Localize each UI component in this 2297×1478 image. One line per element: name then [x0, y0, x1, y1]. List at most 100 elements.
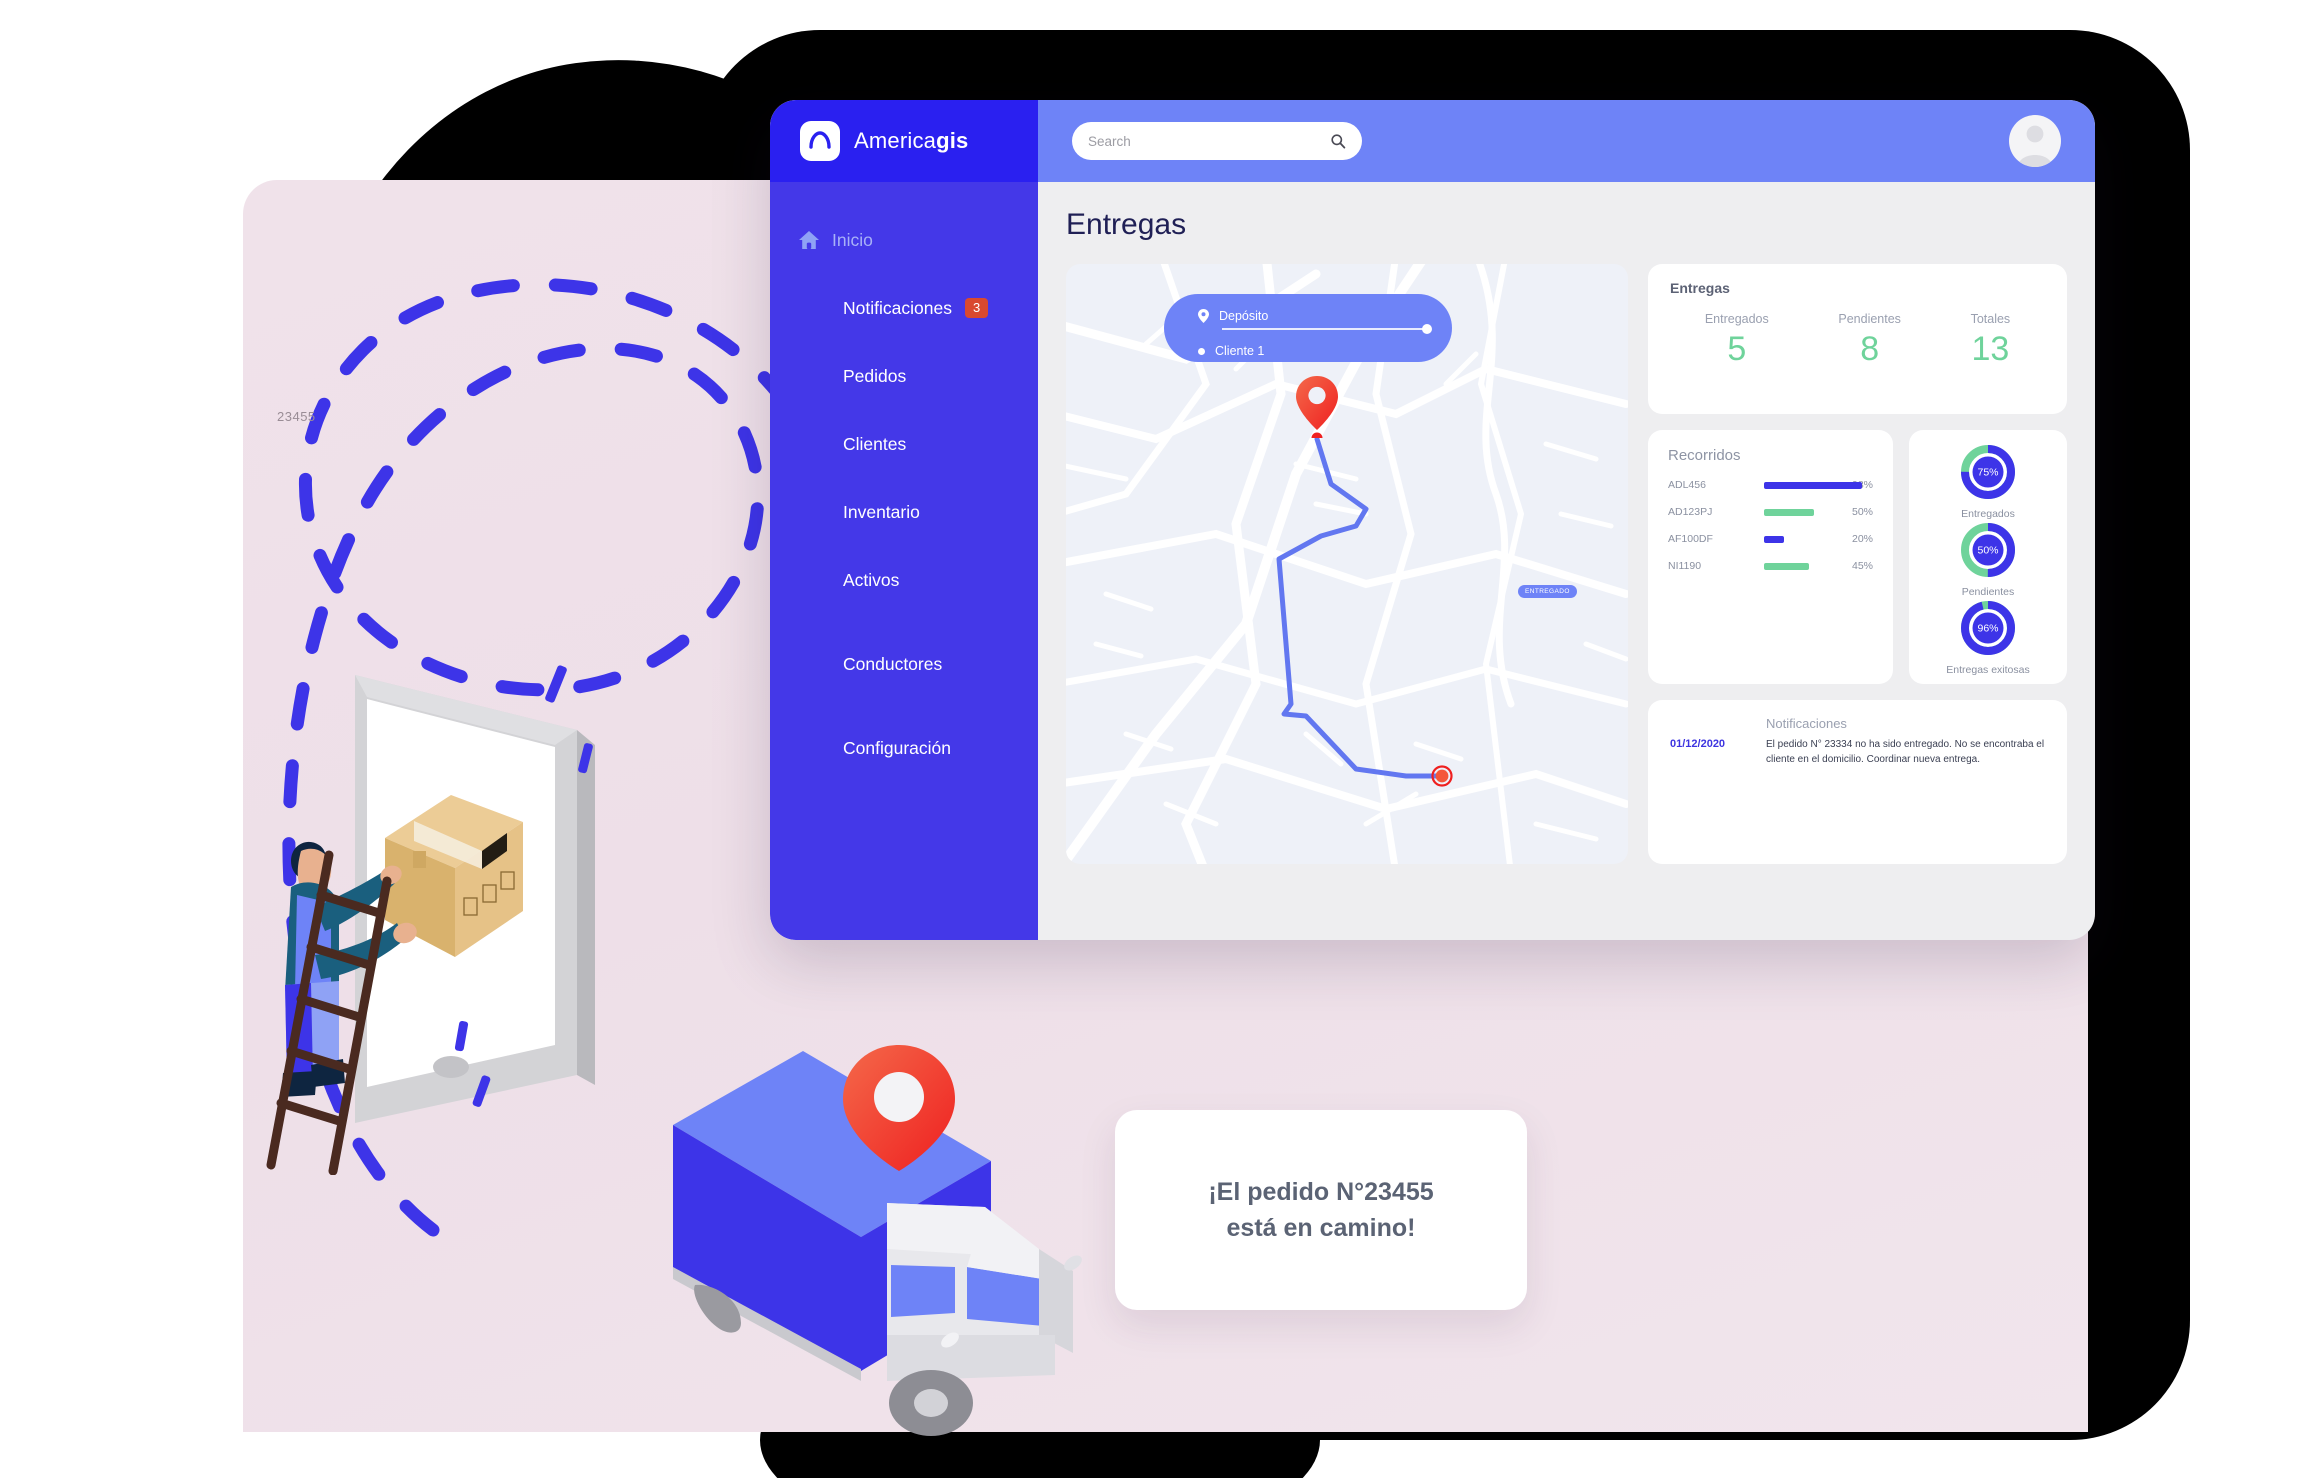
- gauge-label: Entregas exitosas: [1946, 664, 2030, 676]
- page-title: Entregas: [1066, 208, 1187, 241]
- sidebar-item-label: Pedidos: [843, 365, 907, 386]
- bubble-line-2: está en camino!: [1226, 1214, 1416, 1242]
- dashboard-body: Inicio Notificaciones 3 Pedidos Clientes…: [770, 182, 2095, 940]
- chevron-up-logo-icon: [800, 121, 840, 161]
- notification-date: 01/12/2020: [1670, 738, 1726, 750]
- legend-destination-row: Cliente 1: [1198, 340, 1428, 362]
- dot-icon: [1198, 347, 1205, 355]
- delivery-truck-illustration: [673, 1045, 1082, 1436]
- sidebar-item-label: Inicio: [832, 229, 873, 250]
- charts-row: Recorridos ADL456 98% AD123PJ 50% AF100D…: [1648, 430, 2067, 684]
- recorrido-name: AF100DF: [1668, 533, 1713, 545]
- notifications-title: Notificaciones: [1766, 716, 1847, 731]
- search-box[interactable]: [1072, 122, 1362, 160]
- search-icon[interactable]: [1330, 133, 1346, 149]
- notificaciones-label-wrap: Notificaciones 3: [843, 297, 989, 319]
- sidebar-item-inventario[interactable]: Inventario: [770, 492, 1038, 532]
- recorridos-row: AF100DF 20%: [1668, 533, 1873, 545]
- recorridos-row: AD123PJ 50%: [1668, 506, 1873, 518]
- sidebar-item-activos[interactable]: Activos: [770, 560, 1038, 600]
- donut-chart-icon: 50%: [1961, 523, 2015, 577]
- recorrido-pct: 50%: [1851, 506, 1873, 518]
- delivery-map[interactable]: Depósito Cliente 1 ENTREGADO: [1066, 264, 1628, 864]
- recorrido-track: [1742, 508, 1829, 516]
- gauge-value: 96%: [1977, 623, 1998, 635]
- gauge-pendientes: 50% Pendientes: [1960, 522, 2016, 598]
- recorrido-track: [1742, 481, 1862, 489]
- donut-chart-icon: 75%: [1961, 445, 2015, 499]
- notification-body: Notificaciones El pedido N° 23334 no ha …: [1766, 716, 2045, 767]
- user-avatar-icon[interactable]: [2009, 115, 2061, 167]
- recorrido-bar: [1764, 481, 1862, 489]
- stat-value: 13: [1971, 330, 2010, 368]
- bubble-line-1: ¡El pedido N°23455: [1208, 1177, 1434, 1206]
- brand-name: Americagis: [854, 128, 968, 154]
- stat-totales: Totales 13: [1971, 312, 2011, 369]
- brand-name-light: America: [854, 128, 937, 153]
- status-badge: ENTREGADO: [1518, 585, 1577, 598]
- gauge-value: 50%: [1977, 545, 1998, 557]
- sidebar-item-pedidos[interactable]: Pedidos: [770, 356, 1038, 396]
- notifications-card: 01/12/2020 Notificaciones El pedido N° 2…: [1648, 700, 2067, 864]
- sidebar-item-notificaciones[interactable]: Notificaciones 3: [770, 288, 1038, 328]
- order-status-bubble: ¡El pedido N°23455 está en camino!: [1115, 1110, 1527, 1310]
- stat-value: 5: [1727, 330, 1747, 368]
- gauge-entregas-exitosas: 96% Entregas exitosas: [1946, 600, 2030, 676]
- stat-entregados: Entregados 5: [1705, 312, 1769, 369]
- entregas-card-title: Entregas: [1670, 280, 1730, 296]
- recorrido-track: [1742, 535, 1829, 543]
- dashboard-header: Americagis: [770, 100, 2095, 182]
- avatar-glyph: [2018, 125, 2052, 167]
- home-icon: [799, 231, 819, 249]
- recorrido-name: ADL456: [1668, 479, 1706, 491]
- legend-progress-line: [1222, 324, 1432, 334]
- sidebar-item-label: Notificaciones: [843, 297, 952, 318]
- recorrido-pct: 20%: [1851, 533, 1873, 545]
- stats-column: Entregas Entregados 5 Pendientes 8 Total…: [1648, 264, 2067, 864]
- gauge-value: 75%: [1977, 467, 1998, 479]
- donut-chart-icon: 96%: [1961, 601, 2015, 655]
- map-pin-icon[interactable]: [1294, 374, 1340, 438]
- stat-value: 8: [1860, 330, 1880, 368]
- entregas-summary-card: Entregas Entregados 5 Pendientes 8 Total…: [1648, 264, 2067, 414]
- recorrido-bar: [1764, 562, 1809, 570]
- sidebar-item-clientes[interactable]: Clientes: [770, 424, 1038, 464]
- target-dot-icon[interactable]: [1428, 762, 1456, 790]
- recorridos-row: ADL456 98%: [1668, 479, 1873, 491]
- gauge-entregados: 75% Entregados: [1960, 444, 2016, 520]
- entregas-stats: Entregados 5 Pendientes 8 Totales 13: [1670, 312, 2045, 369]
- legend-origin-label: Depósito: [1219, 309, 1269, 323]
- main-content: Entregas Depósito Cliente 1 ENTREGADO En…: [1038, 182, 2095, 940]
- recorridos-row: NI1190 45%: [1668, 560, 1873, 572]
- gauge-label: Pendientes: [1961, 586, 2015, 598]
- search-input[interactable]: [1088, 133, 1322, 149]
- sidebar-item-configuracion[interactable]: Configuración: [770, 728, 1038, 768]
- sidebar-item-label: Conductores: [843, 653, 943, 674]
- worker-ladder-tablet-illustration: [266, 665, 595, 1175]
- recorridos-chart-card: Recorridos ADL456 98% AD123PJ 50% AF100D…: [1648, 430, 1893, 684]
- notification-text: El pedido N° 23334 no ha sido entregado.…: [1766, 739, 2045, 765]
- brand-name-bold: gis: [936, 128, 969, 153]
- stat-label: Pendientes: [1838, 312, 1901, 326]
- sidebar-item-conductores[interactable]: Conductores: [770, 644, 1038, 684]
- top-bar: [1038, 100, 2095, 182]
- recorrido-pct: 45%: [1851, 560, 1873, 572]
- screenshot-root: 23455 Americagis Search Inicio Notificac…: [0, 0, 2297, 1478]
- dashboard-window: Americagis Search Inicio Notificaciones …: [770, 100, 2095, 940]
- recorrido-track: [1742, 562, 1829, 570]
- notification-count-badge: 3: [964, 298, 989, 318]
- sidebar-item-label: Activos: [843, 569, 900, 590]
- recorrido-name: NI1190: [1668, 560, 1702, 572]
- sidebar-item-label: Inventario: [843, 501, 920, 522]
- brand-bar: Americagis: [770, 100, 1038, 182]
- recorrido-bar: [1764, 535, 1784, 543]
- background-order-number: 23455: [277, 409, 316, 424]
- legend-destination-label: Cliente 1: [1215, 344, 1265, 358]
- sidebar-item-inicio[interactable]: Inicio: [770, 220, 1038, 260]
- sidebar-item-label: Configuración: [843, 737, 951, 758]
